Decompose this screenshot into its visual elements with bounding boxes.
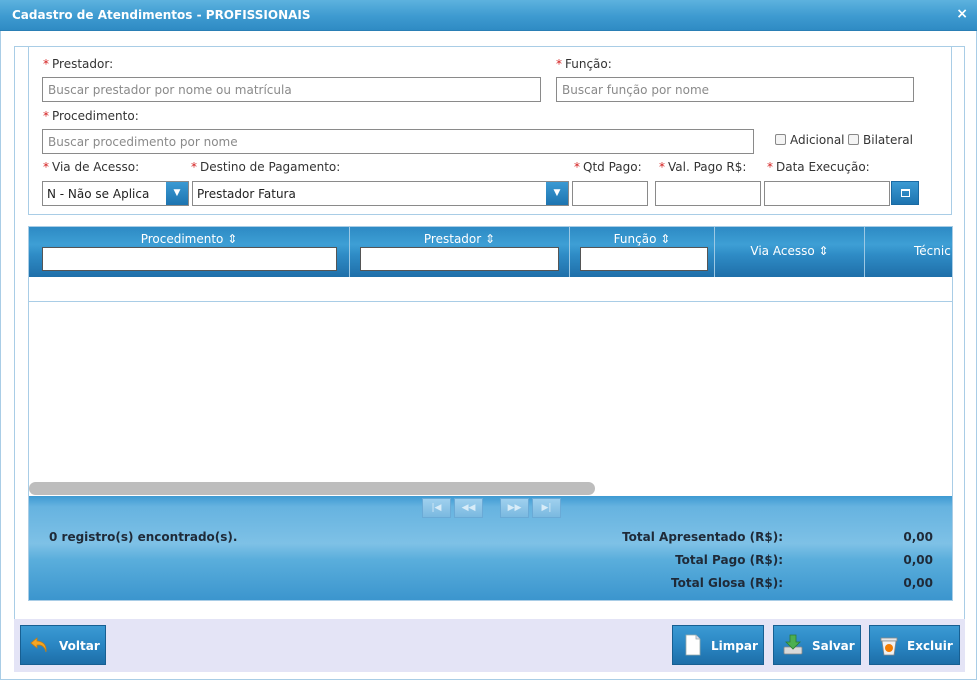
destino-pagamento-label: * Destino de Pagamento:	[191, 160, 341, 174]
destino-pagamento-select[interactable]: Prestador Fatura ▼	[192, 181, 569, 206]
filter-funcao-input[interactable]	[580, 247, 708, 271]
column-funcao[interactable]: Função ⇕	[570, 227, 715, 277]
column-procedimento[interactable]: Procedimento ⇕	[29, 227, 350, 277]
sort-icon[interactable]: ⇕	[227, 232, 237, 246]
val-pago-label: * Val. Pago R$:	[659, 160, 747, 174]
prev-page-icon[interactable]: ◀◀	[454, 498, 483, 518]
back-arrow-icon	[30, 637, 47, 653]
bilateral-checkbox[interactable]: Bilateral	[848, 133, 913, 147]
sort-icon[interactable]: ⇕	[660, 232, 670, 246]
first-page-icon[interactable]: |◀	[422, 498, 451, 518]
via-acesso-value: N - Não se Aplica	[47, 187, 150, 201]
chevron-down-icon[interactable]: ▼	[546, 182, 568, 205]
total-apresentado-value: 0,00	[903, 530, 933, 544]
checkbox-icon[interactable]	[775, 134, 786, 145]
excluir-button[interactable]: Excluir	[869, 625, 960, 665]
sort-icon[interactable]: ⇕	[819, 244, 829, 258]
total-glosa-value: 0,00	[903, 576, 933, 590]
filter-procedimento-input[interactable]	[42, 247, 337, 271]
trash-icon	[880, 637, 898, 656]
blank-page-icon	[685, 634, 701, 656]
horizontal-scrollbar[interactable]	[29, 482, 595, 495]
column-tecnica[interactable]: Técnic	[865, 227, 952, 277]
salvar-button[interactable]: Salvar	[773, 625, 861, 665]
column-prestador[interactable]: Prestador ⇕	[350, 227, 570, 277]
window-title: Cadastro de Atendimentos - PROFISSIONAIS	[12, 8, 311, 22]
checkbox-icon[interactable]	[848, 134, 859, 145]
procedimento-label: * Procedimento:	[43, 109, 139, 123]
destino-pagamento-value: Prestador Fatura	[197, 187, 296, 201]
prestador-input[interactable]	[42, 77, 541, 102]
adicional-checkbox[interactable]: Adicional	[775, 133, 845, 147]
via-acesso-label: * Via de Acesso:	[43, 160, 140, 174]
funcao-label: * Função:	[556, 57, 612, 71]
procedures-grid: Procedimento ⇕ Prestador ⇕ Função ⇕ Via …	[28, 226, 953, 601]
val-pago-input[interactable]	[655, 181, 761, 206]
funcao-input[interactable]	[556, 77, 914, 102]
limpar-button[interactable]: Limpar	[672, 625, 764, 665]
close-icon[interactable]: ×	[956, 6, 968, 22]
calendar-icon	[901, 189, 910, 197]
window-titlebar: Cadastro de Atendimentos - PROFISSIONAIS…	[0, 0, 977, 31]
qtd-pago-label: * Qtd Pago:	[574, 160, 642, 174]
via-acesso-select[interactable]: N - Não se Aplica ▼	[42, 181, 189, 206]
total-apresentado-label: Total Apresentado (R$):	[622, 530, 783, 544]
records-count: 0 registro(s) encontrado(s).	[49, 530, 238, 544]
last-page-icon[interactable]: ▶|	[532, 498, 561, 518]
dialog-body: *Prestador: *Função: *Procedimento: Adic…	[0, 31, 977, 680]
total-pago-label: Total Pago (R$):	[675, 553, 783, 567]
footer-toolbar: Voltar Limpar Salvar Excluir	[14, 619, 965, 672]
filter-prestador-input[interactable]	[360, 247, 559, 271]
column-via-acesso[interactable]: Via Acesso ⇕	[715, 227, 865, 277]
form-fields-box: *Prestador: *Função: *Procedimento: Adic…	[28, 47, 952, 215]
total-glosa-label: Total Glosa (R$):	[671, 576, 783, 590]
table-row	[29, 277, 952, 302]
grid-footer: |◀ ◀◀ ▶▶ ▶| 0 registro(s) encontrado(s).…	[29, 496, 952, 600]
sort-icon[interactable]: ⇕	[485, 232, 495, 246]
data-execucao-label: * Data Execução:	[767, 160, 870, 174]
procedimento-input[interactable]	[42, 129, 754, 154]
grid-header: Procedimento ⇕ Prestador ⇕ Função ⇕ Via …	[29, 227, 952, 277]
total-pago-value: 0,00	[903, 553, 933, 567]
data-execucao-input[interactable]	[764, 181, 890, 206]
voltar-button[interactable]: Voltar	[20, 625, 106, 665]
prestador-label: * Prestador:	[43, 57, 114, 71]
qtd-pago-input[interactable]	[572, 181, 648, 206]
chevron-down-icon[interactable]: ▼	[166, 182, 188, 205]
next-page-icon[interactable]: ▶▶	[500, 498, 529, 518]
download-save-icon	[783, 634, 803, 655]
calendar-button[interactable]	[891, 181, 919, 205]
form-panel: *Prestador: *Função: *Procedimento: Adic…	[14, 46, 965, 629]
